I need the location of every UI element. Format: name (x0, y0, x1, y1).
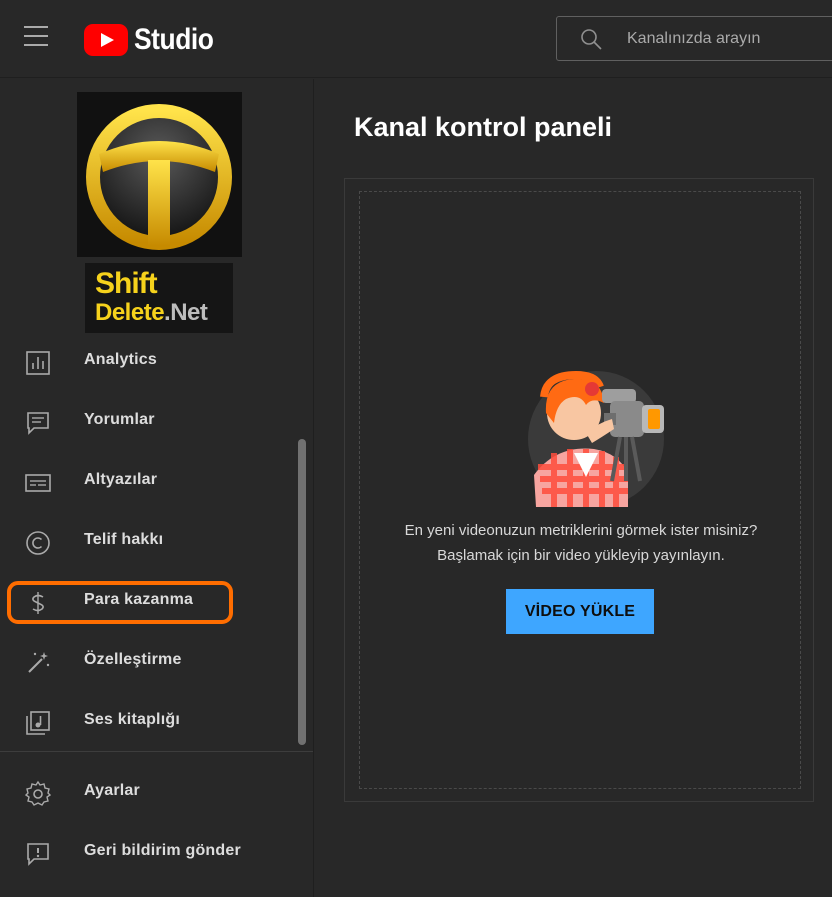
dollar-icon (32, 592, 44, 614)
sidebar-item-label: Para kazanma (84, 591, 194, 608)
analytics-icon (26, 351, 50, 375)
channel-avatar[interactable] (77, 92, 242, 257)
sidebar-divider (0, 751, 313, 752)
menu-icon[interactable] (24, 26, 54, 50)
brand-logo: Shift Delete.Net (85, 263, 233, 333)
sidebar-item-label: Ses kitaplığı (84, 711, 180, 728)
sidebar-item-label: Ayarlar (84, 782, 140, 799)
sidebar-item-label: Geri bildirim gönder (84, 842, 241, 859)
comments-icon (27, 412, 49, 435)
youtube-play-icon (84, 24, 128, 56)
sidebar-item-monetization[interactable]: Para kazanma (0, 573, 300, 629)
sidebar-item-analytics[interactable]: Analytics (0, 333, 300, 389)
page-title: Kanal kontrol paneli (354, 112, 613, 142)
subtitles-icon (25, 474, 51, 492)
feedback-icon (27, 843, 49, 866)
studio-logo[interactable]: Studio (84, 20, 224, 60)
dashboard-card: En yeni videonuzun metriklerini görmek i… (344, 178, 814, 802)
sidebar-item-settings[interactable]: Ayarlar (0, 764, 300, 820)
sidebar: Shift Delete.Net Analytics Yorumlar Alty… (0, 79, 314, 897)
videographer-illustration-icon (528, 370, 664, 507)
search-icon[interactable] (579, 27, 603, 51)
sidebar-item-label: Telif hakkı (84, 531, 164, 548)
search-box[interactable] (556, 16, 832, 61)
app-title: Studio (134, 23, 214, 56)
gear-icon (24, 780, 52, 806)
empty-state: En yeni videonuzun metriklerini görmek i… (359, 191, 801, 789)
copyright-icon (26, 531, 50, 555)
search-input[interactable] (627, 25, 827, 53)
sidebar-item-label: Yorumlar (84, 411, 155, 428)
sidebar-item-copyright[interactable]: Telif hakkı (0, 513, 300, 569)
sidebar-item-audio-library[interactable]: Ses kitaplığı (0, 693, 300, 749)
sidebar-item-subtitles[interactable]: Altyazılar (0, 453, 300, 509)
empty-state-text: En yeni videonuzun metriklerini görmek i… (360, 518, 802, 568)
sidebar-item-label: Özelleştirme (84, 651, 182, 668)
top-bar: Studio (0, 0, 832, 78)
empty-state-line2: Başlamak için bir video yükleyip yayınla… (437, 547, 725, 564)
sidebar-item-comments[interactable]: Yorumlar (0, 393, 300, 449)
sidebar-item-label: Altyazılar (84, 471, 158, 488)
magic-wand-icon (28, 652, 50, 673)
channel-logo-icon (86, 104, 232, 250)
sidebar-scrollbar[interactable] (298, 439, 306, 745)
empty-state-line1: En yeni videonuzun metriklerini görmek i… (404, 522, 758, 539)
sidebar-item-label: Analytics (84, 351, 157, 368)
sidebar-item-customization[interactable]: Özelleştirme (0, 633, 300, 689)
sidebar-item-feedback[interactable]: Geri bildirim gönder (0, 824, 300, 880)
upload-video-button[interactable]: VİDEO YÜKLE (506, 589, 654, 634)
audio-library-icon (26, 711, 50, 735)
